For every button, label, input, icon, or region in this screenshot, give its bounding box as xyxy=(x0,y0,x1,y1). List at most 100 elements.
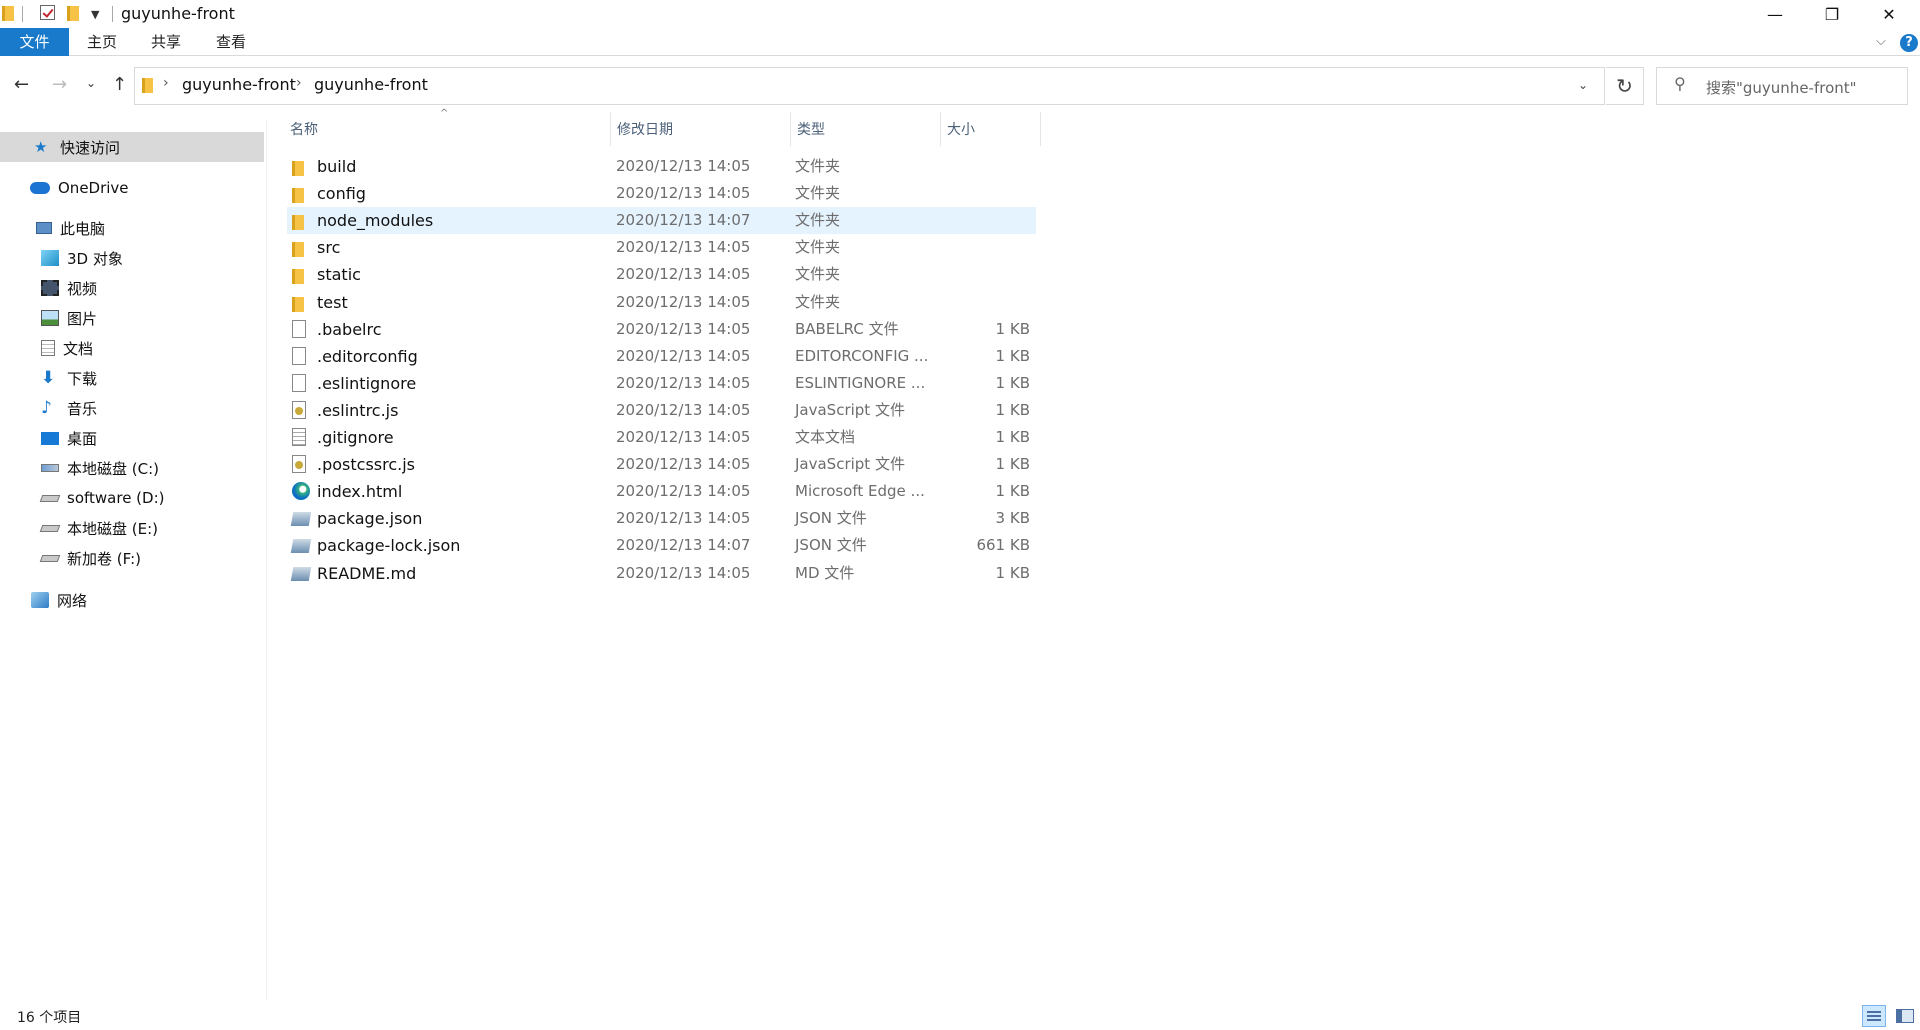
column-divider[interactable] xyxy=(1040,112,1041,146)
column-header-name[interactable]: 名称 xyxy=(290,118,610,142)
js-file-icon xyxy=(292,401,306,419)
document-icon xyxy=(41,340,55,356)
file-name: .eslintignore xyxy=(317,374,417,393)
divider xyxy=(112,6,113,22)
drive-c-icon xyxy=(41,464,59,472)
sidebar-item-label: software (D:) xyxy=(67,489,165,507)
file-date: 2020/12/13 14:05 xyxy=(616,455,751,473)
back-button[interactable]: ← xyxy=(14,74,29,95)
customize-quick-access-icon[interactable]: ▼ xyxy=(91,8,99,21)
file-date: 2020/12/13 14:05 xyxy=(616,401,751,419)
address-history-dropdown[interactable]: ⌄ xyxy=(1578,78,1588,92)
forward-button[interactable]: → xyxy=(52,74,67,95)
details-view-icon[interactable] xyxy=(1862,1005,1886,1027)
close-button[interactable]: ✕ xyxy=(1866,0,1912,28)
up-button[interactable]: ↑ xyxy=(112,74,127,95)
file-type: 文件夹 xyxy=(795,157,841,175)
sidebar-item-label: 此电脑 xyxy=(60,219,106,238)
file-name: index.html xyxy=(317,482,403,501)
breadcrumb-separator[interactable]: › xyxy=(296,75,302,91)
sidebar-item-label: 图片 xyxy=(67,309,98,328)
file-name: src xyxy=(317,238,341,257)
divider xyxy=(22,6,23,22)
file-name: .gitignore xyxy=(317,428,394,447)
sidebar-item-drive-f[interactable]: 新加卷 (F:) xyxy=(0,543,264,573)
expand-ribbon-icon[interactable]: ⌵ xyxy=(1876,34,1886,49)
tab-share[interactable]: 共享 xyxy=(151,28,181,56)
file-size xyxy=(940,153,1030,180)
sidebar-item-label: 桌面 xyxy=(67,429,98,448)
sidebar-item-desktop[interactable]: 桌面 xyxy=(0,423,264,453)
recent-locations-button[interactable]: ⌄ xyxy=(86,76,96,90)
drive-icon xyxy=(39,554,61,562)
breadcrumb-item[interactable]: guyunhe-front xyxy=(314,75,428,94)
sidebar-item-drive-e[interactable]: 本地磁盘 (E:) xyxy=(0,513,264,543)
sidebar-item-videos[interactable]: 视频 xyxy=(0,273,264,303)
column-header-size[interactable]: 大小 xyxy=(947,118,1037,142)
new-folder-icon[interactable] xyxy=(67,6,79,21)
large-icons-view-icon[interactable] xyxy=(1893,1005,1915,1027)
file-icon xyxy=(292,320,306,338)
sidebar-item-quick-access[interactable]: ★ 快速访问 xyxy=(0,132,264,162)
music-icon: ♪ xyxy=(41,398,52,418)
sidebar-item-music[interactable]: ♪ 音乐 xyxy=(0,393,264,423)
file-type: BABELRC 文件 xyxy=(795,320,899,338)
tab-home[interactable]: 主页 xyxy=(87,28,117,56)
file-date: 2020/12/13 14:05 xyxy=(616,428,751,446)
sidebar-item-network[interactable]: 网络 xyxy=(0,585,264,615)
file-size xyxy=(940,261,1030,288)
file-size: 1 KB xyxy=(995,455,1030,473)
text-file-icon xyxy=(292,428,306,446)
sidebar-item-onedrive[interactable]: OneDrive xyxy=(0,173,264,203)
sidebar-item-drive-c[interactable]: 本地磁盘 (C:) xyxy=(0,453,264,483)
file-type: MD 文件 xyxy=(795,564,855,582)
file-size: 1 KB xyxy=(995,564,1030,582)
file-date: 2020/12/13 14:05 xyxy=(616,482,751,500)
file-name: .postcssrc.js xyxy=(317,455,415,474)
column-header-type[interactable]: 类型 xyxy=(797,118,937,142)
breadcrumb-separator[interactable]: › xyxy=(163,75,169,91)
column-divider[interactable] xyxy=(790,112,791,146)
properties-icon[interactable] xyxy=(40,5,55,20)
json-file-icon xyxy=(290,512,312,526)
pane-divider[interactable] xyxy=(266,120,267,1000)
file-name: test xyxy=(317,293,348,312)
file-name: package-lock.json xyxy=(317,536,461,555)
sidebar-item-this-pc[interactable]: 此电脑 xyxy=(0,213,264,243)
tab-view[interactable]: 查看 xyxy=(216,28,246,56)
sidebar-item-pictures[interactable]: 图片 xyxy=(0,303,264,333)
breadcrumb-item[interactable]: guyunhe-front xyxy=(182,75,296,94)
sidebar-item-documents[interactable]: 文档 xyxy=(0,333,264,363)
sidebar-item-drive-d[interactable]: software (D:) xyxy=(0,483,264,513)
column-divider[interactable] xyxy=(610,112,611,146)
drive-icon xyxy=(39,494,61,502)
file-date: 2020/12/13 14:05 xyxy=(616,265,751,283)
sidebar-item-3d-objects[interactable]: 3D 对象 xyxy=(0,243,264,273)
file-type: JSON 文件 xyxy=(795,536,867,554)
refresh-button[interactable]: ↻ xyxy=(1606,67,1644,105)
file-type: 文件夹 xyxy=(795,211,841,229)
sidebar-item-downloads[interactable]: ⬇ 下载 xyxy=(0,363,264,393)
maximize-button[interactable]: ❐ xyxy=(1809,0,1855,28)
window-title: guyunhe-front xyxy=(121,4,235,23)
file-size: 1 KB xyxy=(995,482,1030,500)
folder-icon[interactable] xyxy=(2,6,14,21)
help-icon[interactable]: ? xyxy=(1900,34,1918,52)
file-size: 1 KB xyxy=(995,374,1030,392)
js-file-icon xyxy=(292,455,306,473)
file-name: build xyxy=(317,157,357,176)
file-size: 661 KB xyxy=(976,536,1030,554)
file-date: 2020/12/13 14:05 xyxy=(616,238,751,256)
folder-icon xyxy=(292,188,304,203)
sidebar-item-label: 本地磁盘 (E:) xyxy=(67,519,159,538)
cube-icon xyxy=(41,250,59,266)
column-header-date[interactable]: 修改日期 xyxy=(617,118,787,142)
file-date: 2020/12/13 14:05 xyxy=(616,564,751,582)
column-divider[interactable] xyxy=(940,112,941,146)
folder-icon xyxy=(292,242,304,257)
tab-file[interactable]: 文件 xyxy=(0,28,69,56)
minimize-button[interactable]: — xyxy=(1752,0,1798,28)
sidebar-item-label: 文档 xyxy=(63,339,94,358)
file-type: 文件夹 xyxy=(795,265,841,283)
ribbon-bar xyxy=(0,28,1920,56)
